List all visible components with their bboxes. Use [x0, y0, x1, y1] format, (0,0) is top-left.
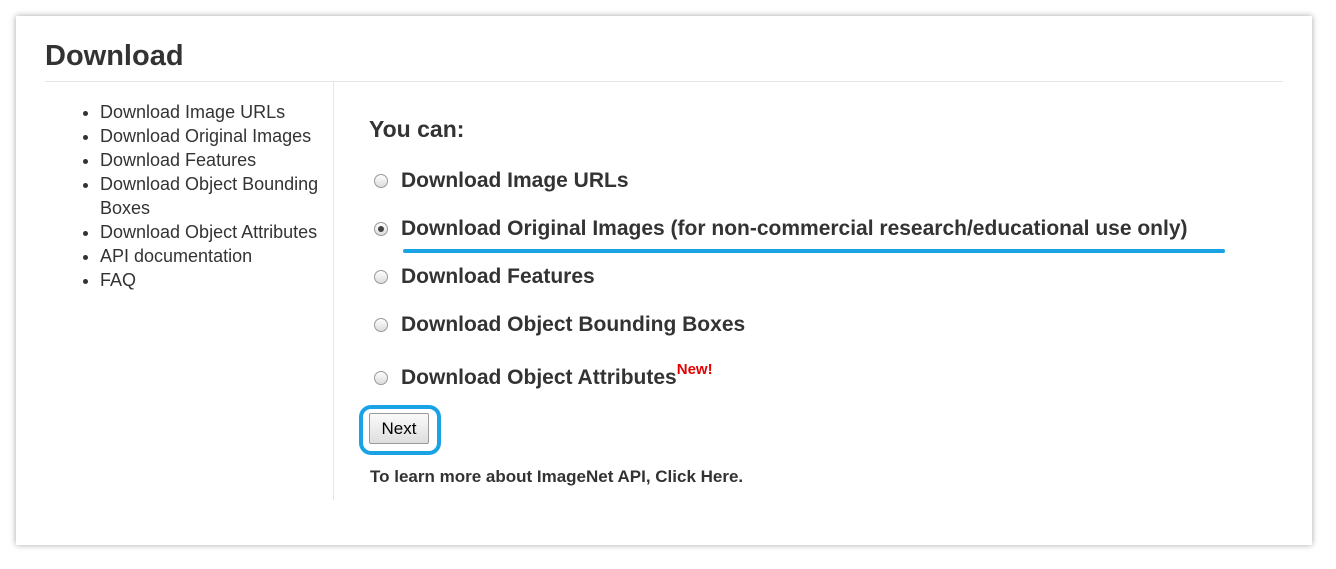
option-label: Download Image URLs: [401, 169, 629, 192]
option-bounding-boxes[interactable]: Download Object Bounding Boxes: [374, 313, 745, 337]
sidebar-item-original-images[interactable]: Download Original Images: [100, 124, 362, 148]
new-badge: New!: [676, 360, 713, 378]
api-info-link[interactable]: To learn more about ImageNet API, Click …: [370, 467, 743, 487]
page-title: Download: [45, 40, 184, 72]
radio-features[interactable]: [374, 270, 388, 284]
radio-original-images[interactable]: [374, 222, 388, 236]
highlight-underline: [403, 249, 1225, 253]
next-button[interactable]: Next: [369, 413, 429, 444]
option-label: Download Features: [401, 265, 595, 288]
sidebar-item-api-documentation[interactable]: API documentation: [100, 244, 362, 268]
sidebar-item-image-urls[interactable]: Download Image URLs: [100, 100, 362, 124]
title-divider: [45, 81, 1283, 82]
sidebar-item-bounding-boxes[interactable]: Download Object Bounding Boxes: [100, 172, 362, 220]
option-label: Download Object Attributes: [401, 366, 677, 389]
option-label: Download Object Bounding Boxes: [401, 313, 746, 336]
sidebar-item-faq[interactable]: FAQ: [100, 268, 362, 292]
sidebar-divider: [333, 82, 334, 500]
sidebar-nav: Download Image URLs Download Original Im…: [78, 100, 362, 292]
option-features[interactable]: Download Features: [374, 265, 595, 289]
download-card: Download Download Image URLs Download Or…: [16, 16, 1312, 545]
options-heading: You can:: [369, 116, 465, 142]
option-object-attributes[interactable]: Download Object Attributes New!: [374, 361, 713, 390]
option-original-images[interactable]: Download Original Images (for non-commer…: [374, 217, 1188, 241]
radio-object-attributes[interactable]: [374, 371, 388, 385]
sidebar-item-features[interactable]: Download Features: [100, 148, 362, 172]
option-label: Download Original Images (for non-commer…: [401, 217, 1188, 240]
sidebar-item-object-attributes[interactable]: Download Object Attributes: [100, 220, 362, 244]
radio-bounding-boxes[interactable]: [374, 318, 388, 332]
option-image-urls[interactable]: Download Image URLs: [374, 169, 629, 193]
radio-image-urls[interactable]: [374, 174, 388, 188]
